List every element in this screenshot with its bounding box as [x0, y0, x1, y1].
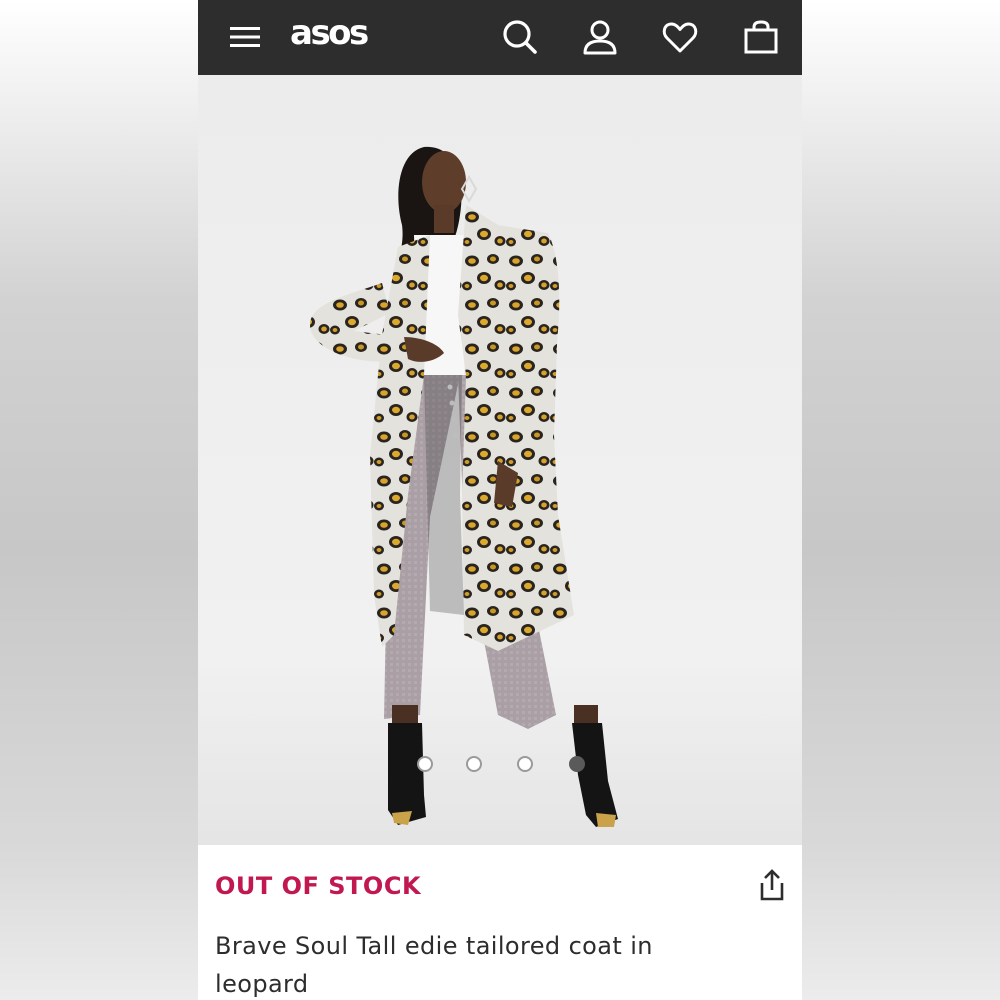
heart-icon — [662, 22, 698, 53]
menu-icon — [230, 27, 260, 47]
share-icon — [760, 869, 784, 901]
gallery-pagination — [198, 756, 802, 776]
bag-button[interactable] — [738, 14, 784, 60]
gallery-dot-3[interactable] — [517, 756, 533, 772]
saved-items-button[interactable] — [657, 14, 703, 60]
search-icon — [503, 20, 537, 54]
mobile-page: asos OUT OF STOCK Brave Soul Tall edie t… — [198, 0, 802, 1000]
product-photo-model-in-leopard-coat — [310, 146, 618, 827]
gallery-dot-1[interactable] — [417, 756, 433, 772]
gallery-dot-4-active[interactable] — [569, 756, 585, 772]
share-button[interactable] — [752, 865, 792, 905]
menu-button[interactable] — [222, 14, 268, 60]
asos-logo[interactable]: asos — [290, 13, 369, 53]
account-button[interactable] — [577, 14, 623, 60]
product-info-panel: OUT OF STOCK Brave Soul Tall edie tailor… — [198, 845, 802, 1000]
search-button[interactable] — [497, 14, 543, 60]
product-image-gallery[interactable] — [198, 75, 802, 845]
bag-icon — [744, 20, 778, 54]
product-title: Brave Soul Tall edie tailored coat in le… — [215, 932, 653, 998]
account-icon — [583, 20, 617, 55]
stock-status-label: OUT OF STOCK — [215, 872, 422, 900]
gallery-dot-2[interactable] — [466, 756, 482, 772]
top-navigation-bar: asos — [198, 0, 802, 75]
